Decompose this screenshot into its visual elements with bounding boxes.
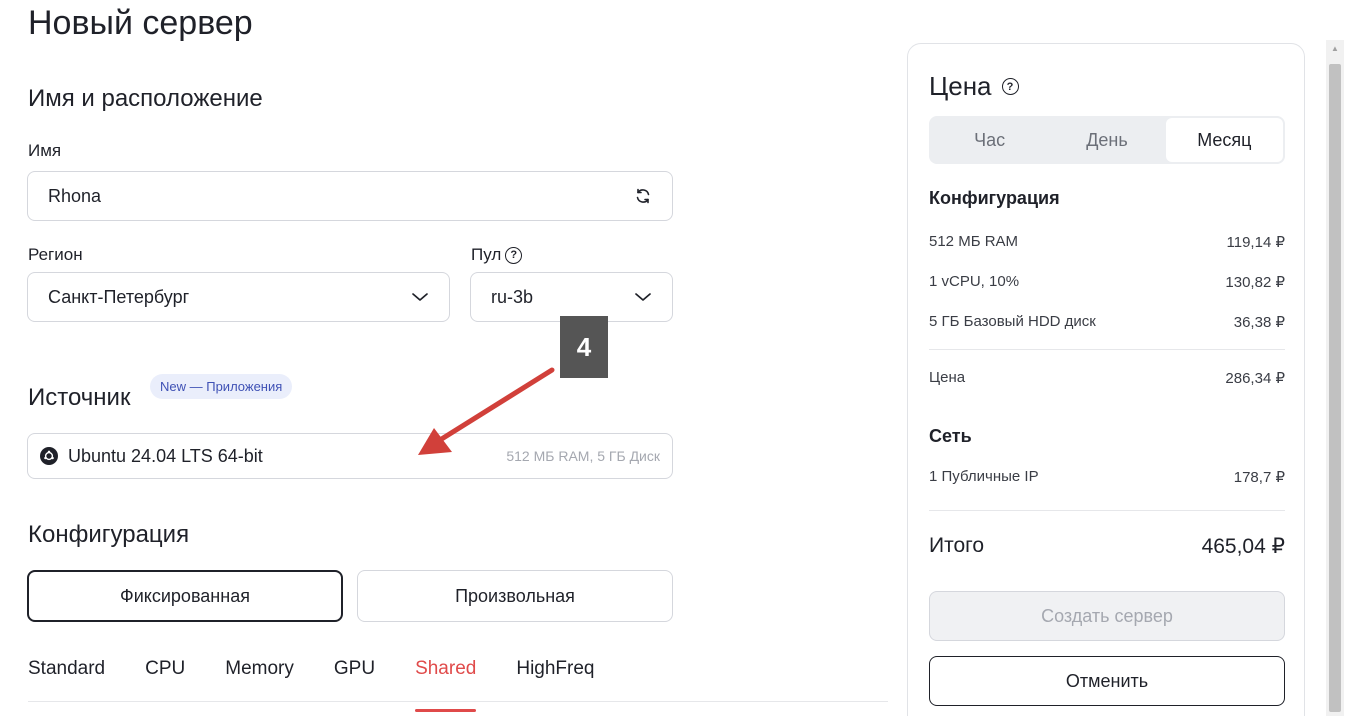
price-card: Цена ? Час День Месяц Конфигурация 512 М… (907, 43, 1305, 716)
price-row-value: 119,14 ₽ (1226, 234, 1285, 251)
tab-cpu[interactable]: CPU (145, 650, 185, 702)
chevron-down-icon (411, 291, 429, 303)
name-label: Имя (28, 141, 62, 160)
period-selector: Час День Месяц (929, 116, 1285, 164)
name-input[interactable]: Rhona (27, 171, 673, 221)
tab-highfreq[interactable]: HighFreq (516, 650, 594, 702)
pool-label-group: Пул ? (471, 245, 523, 265)
price-row-value: 178,7 ₽ (1233, 469, 1285, 486)
price-row: 1 Публичные IP 178,7 ₽ (929, 468, 1285, 486)
tab-memory[interactable]: Memory (225, 650, 294, 702)
price-row: 5 ГБ Базовый HDD диск 36,38 ₽ (929, 313, 1285, 331)
chevron-down-icon (634, 291, 652, 303)
period-month[interactable]: Месяц (1165, 118, 1283, 162)
total-row: Итого 465,04 ₽ (929, 534, 1285, 559)
price-title-group: Цена ? (929, 71, 1019, 102)
period-hour[interactable]: Час (931, 118, 1048, 162)
config-subheading: Конфигурация (929, 188, 1060, 208)
tab-shared[interactable]: Shared (415, 650, 477, 712)
annotation-number-badge: 4 (560, 316, 608, 378)
help-icon[interactable]: ? (1001, 78, 1019, 95)
ubuntu-icon (40, 447, 58, 465)
pool-select-value: ru-3b (491, 286, 534, 307)
divider (929, 349, 1285, 350)
price-row: 1 vCPU, 10% 130,82 ₽ (929, 273, 1285, 291)
divider (929, 510, 1285, 511)
region-select-value: Санкт-Петербург (48, 286, 190, 307)
price-row-name: 1 vCPU, 10% (929, 273, 1020, 290)
total-value: 465,04 ₽ (1201, 535, 1285, 558)
tab-gpu[interactable]: GPU (334, 650, 375, 702)
regenerate-icon[interactable] (634, 187, 652, 205)
name-location-heading: Имя и расположение (28, 85, 263, 112)
subtotal-row: Цена 286,34 ₽ (929, 369, 1285, 387)
price-row-value: 36,38 ₽ (1233, 314, 1285, 331)
new-apps-badge[interactable]: New — Приложения (150, 374, 293, 399)
price-row-name: 1 Публичные IP (929, 468, 1039, 485)
network-subheading: Сеть (929, 426, 972, 446)
price-row-value: 130,82 ₽ (1225, 274, 1285, 291)
source-os-meta: 512 МБ RAM, 5 ГБ Диск (506, 448, 660, 464)
configuration-heading: Конфигурация (28, 521, 190, 548)
region-select[interactable]: Санкт-Петербург (27, 272, 450, 322)
region-label: Регион (28, 245, 83, 264)
name-input-value: Rhona (48, 185, 102, 206)
custom-config-button[interactable]: Произвольная (357, 570, 673, 622)
page-title: Новый сервер (28, 4, 253, 42)
tab-standard[interactable]: Standard (28, 650, 105, 702)
scrollbar[interactable]: ▲ (1326, 40, 1344, 716)
fixed-config-button[interactable]: Фиксированная (27, 570, 343, 622)
pool-label: Пул (471, 245, 502, 264)
price-row: 512 МБ RAM 119,14 ₽ (929, 233, 1285, 251)
cancel-button[interactable]: Отменить (929, 656, 1285, 706)
price-row-name: 512 МБ RAM (929, 233, 1019, 250)
source-heading: Источник (28, 384, 131, 411)
help-icon[interactable]: ? (505, 246, 523, 264)
tabs-divider (28, 701, 888, 702)
scrollbar-thumb[interactable] (1329, 64, 1341, 712)
subtotal-value: 286,34 ₽ (1225, 370, 1285, 387)
source-selector[interactable]: Ubuntu 24.04 LTS 64-bit 512 МБ RAM, 5 ГБ… (27, 433, 673, 479)
create-server-button[interactable]: Создать сервер (929, 591, 1285, 641)
scroll-up-arrow-icon[interactable]: ▲ (1326, 40, 1344, 56)
price-row-name: 5 ГБ Базовый HDD диск (929, 313, 1096, 330)
price-title: Цена (929, 71, 992, 101)
source-os-name: Ubuntu 24.04 LTS 64-bit (68, 445, 263, 466)
period-day[interactable]: День (1048, 118, 1165, 162)
total-label: Итого (929, 534, 985, 557)
pool-select[interactable]: ru-3b (470, 272, 673, 322)
plan-tabs: Standard CPU Memory GPU Shared HighFreq (28, 650, 635, 712)
subtotal-label: Цена (929, 369, 966, 386)
